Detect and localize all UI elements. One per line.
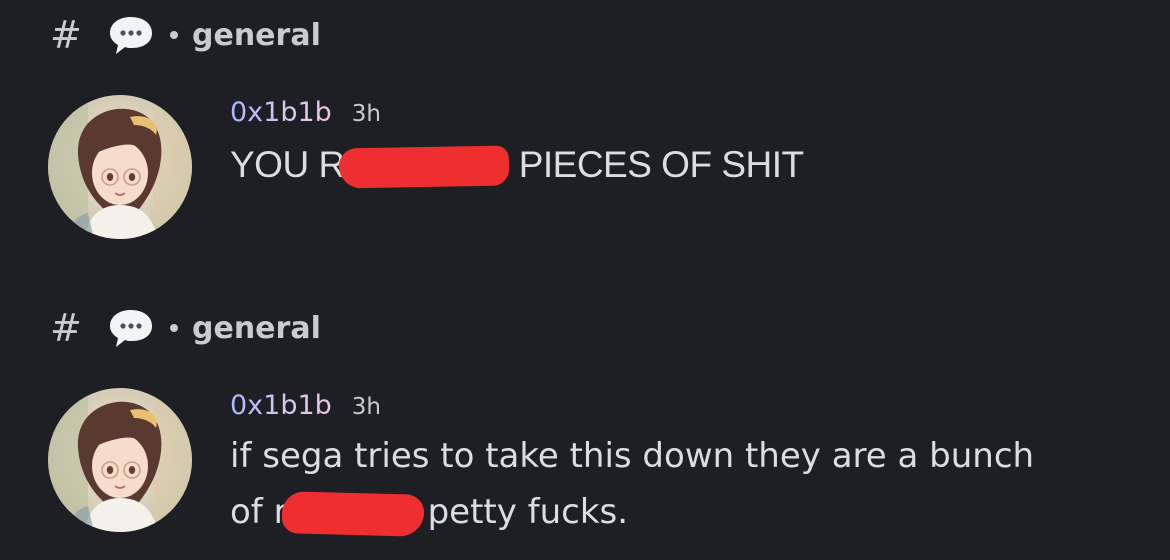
message-text-before: YOU R	[230, 144, 345, 185]
message-text-line-2: of r petty fucks.	[230, 486, 1034, 538]
channel-name[interactable]: general	[192, 311, 321, 346]
hash-icon: #	[50, 13, 82, 57]
message-text-after: petty fucks.	[427, 492, 629, 532]
message-meta: 0x1b1b 3h	[230, 97, 804, 137]
speech-bubble-icon	[110, 17, 152, 54]
speech-bubble-icon	[110, 310, 152, 347]
message-text-after: PIECES OF SHIT	[518, 144, 804, 185]
avatar[interactable]	[48, 388, 192, 532]
separator-dot	[170, 324, 178, 332]
redaction-mark	[281, 490, 425, 537]
message-feed: # general 0x1b1b 3h YOU R PIECES OF SHIT…	[0, 0, 1170, 560]
channel-name[interactable]: general	[192, 18, 321, 53]
message-text-line-1: if sega tries to take this down they are…	[230, 436, 1035, 476]
message-body: 0x1b1b 3h if sega tries to take this dow…	[230, 390, 1034, 538]
timestamp: 3h	[351, 394, 382, 420]
username[interactable]: 0x1b1b	[230, 390, 332, 421]
separator-dot	[170, 31, 178, 39]
avatar[interactable]	[48, 95, 192, 239]
username[interactable]: 0x1b1b	[230, 97, 332, 128]
message-item[interactable]: 0x1b1b 3h if sega tries to take this dow…	[48, 388, 1034, 538]
anime-girl-avatar-image	[48, 95, 192, 239]
timestamp: 3h	[351, 101, 382, 127]
channel-header[interactable]: # general	[50, 303, 321, 353]
message-text: YOU R PIECES OF SHIT	[230, 139, 804, 191]
channel-header[interactable]: # general	[50, 10, 321, 60]
redaction-mark	[338, 145, 510, 189]
hash-icon: #	[50, 306, 82, 350]
message-item[interactable]: 0x1b1b 3h YOU R PIECES OF SHIT	[48, 95, 804, 239]
message-meta: 0x1b1b 3h	[230, 390, 1034, 430]
message-text-before: of r	[230, 492, 288, 532]
message-body: 0x1b1b 3h YOU R PIECES OF SHIT	[230, 97, 804, 239]
anime-girl-avatar-image	[48, 388, 192, 532]
